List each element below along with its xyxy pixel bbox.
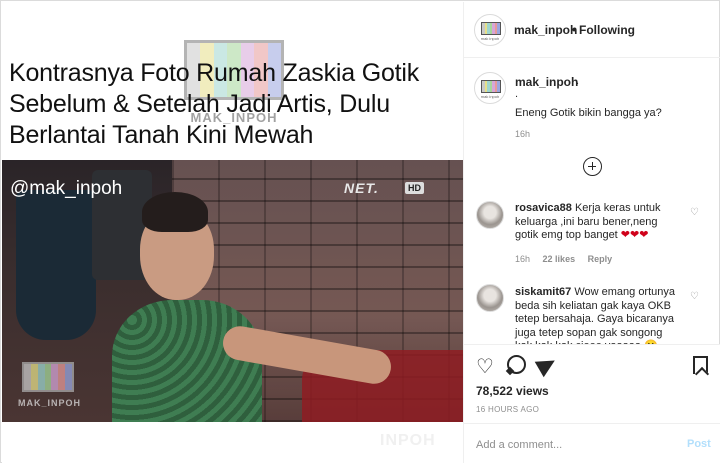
watermark-small-text: MAK_INPOH bbox=[18, 398, 82, 408]
post-header: mak inpoh mak_inpoh • Following bbox=[464, 2, 720, 58]
save-bookmark-icon[interactable] bbox=[693, 356, 708, 374]
video-frame[interactable]: @mak_inpoh NET. HD MAK_INPOH bbox=[2, 160, 463, 422]
views-count[interactable]: 78,522 views bbox=[476, 384, 549, 398]
tv-logo: NET. bbox=[344, 180, 379, 196]
caption-time: 16h bbox=[515, 129, 531, 139]
header-separator: • bbox=[572, 23, 577, 37]
color-bars-icon bbox=[481, 22, 501, 35]
comment-avatar[interactable] bbox=[476, 201, 504, 229]
video-person bbox=[102, 190, 262, 422]
caption-dot-1: . bbox=[576, 75, 580, 87]
comment-like-icon[interactable]: ♡ bbox=[690, 207, 699, 218]
avatar-caption: mak inpoh bbox=[480, 36, 500, 41]
add-comment-input[interactable] bbox=[476, 436, 676, 454]
caption-username-link[interactable]: mak_inpoh bbox=[515, 75, 578, 89]
post-side-panel: mak inpoh mak_inpoh • Following mak inpo… bbox=[463, 2, 720, 463]
comment-avatar[interactable] bbox=[476, 284, 504, 312]
avatar-caption: mak inpoh bbox=[480, 94, 500, 99]
caption-dot-2: . bbox=[515, 88, 519, 100]
following-button[interactable]: Following bbox=[579, 23, 635, 37]
comment-username[interactable]: siskamit67 bbox=[515, 286, 571, 298]
comment-list-clip: siskamit67 Wow emang ortunya beda sih ke… bbox=[464, 282, 720, 344]
post-comment-button[interactable]: Post bbox=[687, 438, 711, 450]
instagram-post-window: MAK_INPOH Kontrasnya Foto Rumah Zaskia G… bbox=[0, 0, 720, 463]
comment-bubble-icon[interactable] bbox=[507, 355, 526, 374]
like-heart-icon[interactable]: ♡ bbox=[476, 357, 494, 377]
video-handle: @mak_inpoh bbox=[10, 178, 123, 199]
post-timestamp[interactable]: 16 HOURS AGO bbox=[476, 405, 539, 414]
load-more-comments-icon[interactable] bbox=[583, 157, 602, 176]
comment-likes[interactable]: 22 likes bbox=[543, 254, 576, 264]
comment-body: rosavica88 Kerja keras untuk keluarga ,i… bbox=[515, 202, 680, 243]
watermark-faint: INPOH bbox=[380, 432, 436, 449]
header-username-link[interactable]: mak_inpoh bbox=[514, 23, 577, 37]
share-paper-plane-icon[interactable] bbox=[534, 352, 560, 378]
comment-reply-button[interactable]: Reply bbox=[588, 254, 613, 264]
color-bars-icon bbox=[481, 80, 501, 93]
caption-avatar[interactable]: mak inpoh bbox=[474, 72, 506, 104]
post-headline: Kontrasnya Foto Rumah Zaskia Gotik Sebel… bbox=[9, 59, 420, 149]
hd-badge: HD bbox=[405, 182, 424, 194]
comment-username[interactable]: rosavica88 bbox=[515, 202, 572, 214]
caption-text: Eneng Gotik bikin bangga ya? bbox=[515, 107, 662, 119]
comment-meta: 16h 22 likes Reply bbox=[515, 254, 622, 264]
comment-like-icon[interactable]: ♡ bbox=[690, 291, 699, 302]
post-media[interactable]: MAK_INPOH Kontrasnya Foto Rumah Zaskia G… bbox=[2, 2, 463, 463]
color-bars-icon bbox=[22, 362, 74, 392]
post-actions: ♡ 78,522 views 16 HOURS AGO bbox=[464, 344, 720, 424]
comment-time: 16h bbox=[515, 254, 531, 264]
avatar[interactable]: mak inpoh bbox=[474, 14, 506, 46]
comment-body: siskamit67 Wow emang ortunya beda sih ke… bbox=[515, 286, 680, 344]
watermark-logo-small: MAK_INPOH bbox=[18, 360, 82, 416]
add-comment-bar: Post bbox=[464, 423, 720, 463]
